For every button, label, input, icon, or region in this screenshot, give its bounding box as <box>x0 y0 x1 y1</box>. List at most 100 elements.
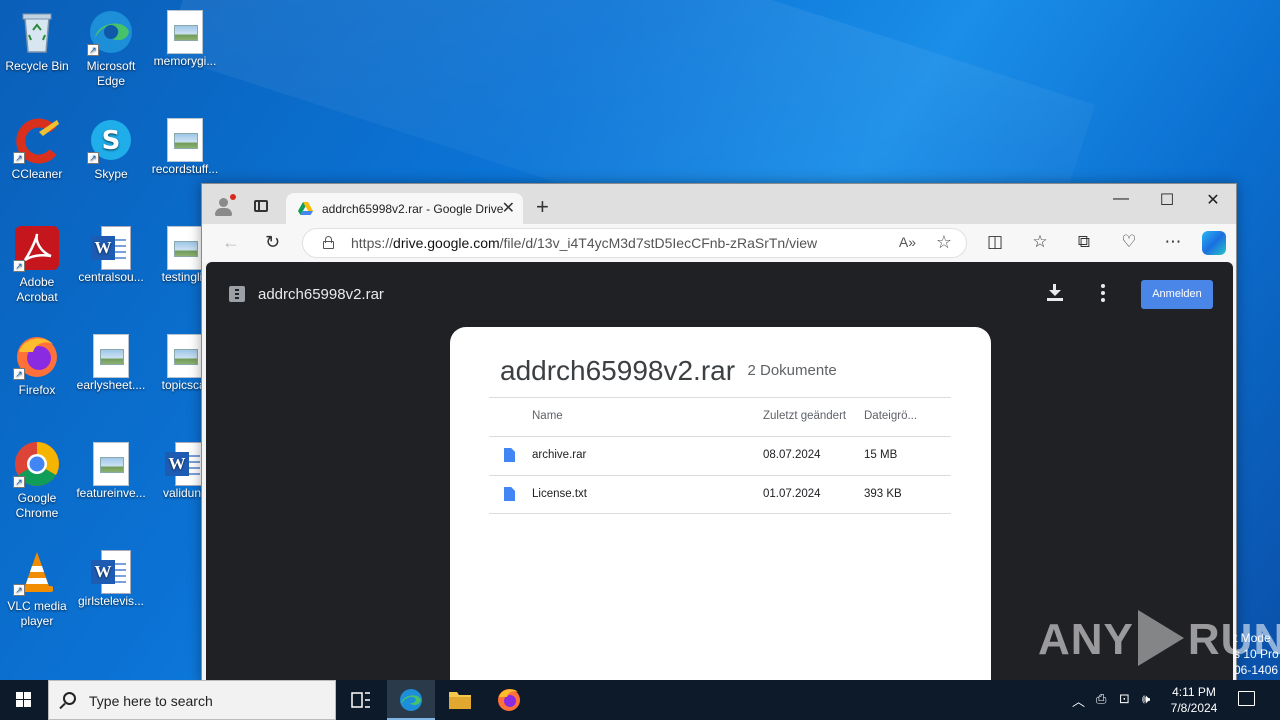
desktop-icon-recordstuff[interactable]: recordstuff... <box>148 116 222 177</box>
taskbar-clock[interactable]: 4:11 PM 7/8/2024 <box>1162 684 1226 716</box>
desktop-icon-label: CCleaner <box>11 167 63 181</box>
windows-start-icon[interactable] <box>0 680 48 720</box>
new-tab-icon[interactable]: + <box>536 194 549 220</box>
desktop-icon-edge[interactable]: ↗ Microsoft Edge <box>74 8 148 89</box>
taskbar: Type here to search ︿ ⎙ ⊡ 🕪 4:11 PM 7/8/… <box>0 680 1280 720</box>
image-file-icon <box>167 118 203 162</box>
desktop-icon-acrobat[interactable]: ↗ Adobe Acrobat <box>0 224 74 305</box>
desktop-icon-centralsou[interactable]: W centralsou... <box>74 224 148 285</box>
desktop-icon-firefox[interactable]: ↗ Firefox <box>0 332 74 398</box>
file-explorer-icon[interactable] <box>436 680 484 720</box>
taskbar-edge-icon[interactable] <box>387 680 435 720</box>
play-logo-icon <box>1137 610 1184 666</box>
address-bar[interactable]: https://drive.google.com/file/d/13v_i4T4… <box>302 228 967 258</box>
device-icon[interactable]: ⎙ <box>1096 691 1106 707</box>
word-document-icon: W <box>91 550 131 594</box>
desktop-icon-vlc[interactable]: ↗ VLC media player <box>0 548 74 629</box>
search-icon <box>63 692 76 705</box>
file-size: 393 KB <box>864 488 902 500</box>
search-placeholder: Type here to search <box>89 693 213 709</box>
desktop-icon-featureinve[interactable]: featureinve... <box>74 440 148 501</box>
table-row[interactable]: archive.rar 08.07.2024 15 MB <box>489 436 951 475</box>
image-file-icon <box>167 10 203 54</box>
table-row[interactable]: License.txt 01.07.2024 393 KB <box>489 475 951 514</box>
svg-text:S: S <box>102 126 121 156</box>
back-arrow-icon[interactable]: ← <box>222 232 240 253</box>
recycle-bin-icon <box>13 8 61 56</box>
desktop-icon-girlstelevis[interactable]: W girlstelevis... <box>74 548 148 609</box>
desktop-icon-label: featureinve... <box>76 486 146 500</box>
viewer-file-title: addrch65998v2.rar <box>258 286 384 303</box>
favorites-icon[interactable]: ☆ <box>1029 232 1051 252</box>
minimize-icon[interactable]: — <box>1106 190 1136 208</box>
taskbar-firefox-icon[interactable] <box>485 680 533 720</box>
refresh-icon[interactable]: ↻ <box>265 232 280 253</box>
maximize-icon[interactable]: ☐ <box>1152 190 1182 210</box>
split-screen-icon[interactable]: ◫ <box>984 232 1006 252</box>
google-drive-icon <box>298 202 313 215</box>
tab-title: addrch65998v2.rar - Google Drive <box>322 202 504 216</box>
desktop-icon-earlysheet[interactable]: earlysheet.... <box>74 332 148 393</box>
desktop-icon-label: Google Chrome <box>15 491 59 520</box>
desktop-icon-label: Recycle Bin <box>5 59 69 73</box>
desktop-icon-label: girlstelevis... <box>77 594 145 608</box>
browser-toolbar: ← ↻ https://drive.google.com/file/d/13v_… <box>202 224 1236 262</box>
profile-icon[interactable] <box>214 194 236 216</box>
browser-essentials-icon[interactable]: ♡ <box>1118 232 1140 252</box>
desktop-icon-memorygi[interactable]: memorygi... <box>148 8 222 69</box>
tab-close-icon[interactable]: ✕ <box>502 198 515 218</box>
desktop-icon-skype[interactable]: S ↗ Skype <box>74 116 148 182</box>
word-document-icon: W <box>91 226 131 270</box>
favorite-star-icon[interactable]: ☆ <box>936 232 952 253</box>
image-file-icon <box>167 334 203 378</box>
file-icon <box>504 487 515 501</box>
task-view-icon[interactable] <box>337 680 385 720</box>
desktop-icon-label: Microsoft Edge <box>86 59 136 88</box>
volume-icon[interactable]: 🕪 <box>1142 691 1150 707</box>
tab-google-drive[interactable]: addrch65998v2.rar - Google Drive ✕ <box>286 193 523 224</box>
file-name: License.txt <box>532 488 587 500</box>
column-header-modified[interactable]: Zuletzt geändert <box>763 410 846 422</box>
edge-browser-window: addrch65998v2.rar - Google Drive ✕ + — ☐… <box>201 183 1237 684</box>
archive-title: addrch65998v2.rar <box>500 355 736 386</box>
read-aloud-icon[interactable]: A» <box>899 234 916 250</box>
file-size: 15 MB <box>864 449 898 461</box>
copilot-icon[interactable] <box>1202 231 1226 255</box>
desktop-icon-chrome[interactable]: ↗ Google Chrome <box>0 440 74 521</box>
desktop-icon-label: VLC media player <box>7 599 67 628</box>
desktop-icon-recycle-bin[interactable]: Recycle Bin <box>0 8 74 74</box>
chrome-icon: ↗ <box>13 440 61 488</box>
lock-icon[interactable] <box>323 236 334 249</box>
collections-icon[interactable]: ⧉ <box>1073 232 1095 252</box>
table-header-row: Name Zuletzt geändert Dateigrö... <box>489 397 951 436</box>
taskbar-search-box[interactable]: Type here to search <box>48 680 336 720</box>
signin-button[interactable]: Anmelden <box>1141 280 1213 309</box>
more-vert-icon[interactable] <box>1101 284 1105 302</box>
acrobat-icon: ↗ <box>13 224 61 272</box>
desktop-icon-label: centralsou... <box>78 270 144 284</box>
firefox-icon: ↗ <box>13 332 61 380</box>
notifications-icon[interactable] <box>1238 691 1255 706</box>
clock-date: 7/8/2024 <box>1170 701 1218 715</box>
more-options-icon[interactable]: ⋯ <box>1162 232 1184 252</box>
tab-actions-icon[interactable] <box>254 200 268 212</box>
desktop-icon-label: recordstuff... <box>151 162 219 176</box>
archive-file-table: Name Zuletzt geändert Dateigrö... archiv… <box>489 397 951 514</box>
vlc-icon: ↗ <box>13 548 61 596</box>
card-header: addrch65998v2.rar 2 Dokumente <box>500 355 837 387</box>
edge-icon: ↗ <box>87 8 135 56</box>
download-icon[interactable] <box>1044 282 1066 304</box>
network-icon[interactable]: ⊡ <box>1119 691 1130 707</box>
image-file-icon <box>93 334 129 378</box>
column-header-size[interactable]: Dateigrö... <box>864 410 917 422</box>
close-window-icon[interactable]: ✕ <box>1198 190 1228 210</box>
file-modified: 08.07.2024 <box>763 449 821 461</box>
test-mode-text: t Mode s 10 Pro 06-1406 <box>1234 631 1279 677</box>
clock-time: 4:11 PM <box>1172 685 1216 699</box>
column-header-name[interactable]: Name <box>532 410 563 422</box>
file-modified: 01.07.2024 <box>763 488 821 500</box>
show-hidden-icons-icon[interactable]: ︿ <box>1072 691 1085 710</box>
desktop-icon-ccleaner[interactable]: ↗ CCleaner <box>0 116 74 182</box>
file-name: archive.rar <box>532 449 587 461</box>
desktop-icon-label: Skype <box>94 167 128 181</box>
